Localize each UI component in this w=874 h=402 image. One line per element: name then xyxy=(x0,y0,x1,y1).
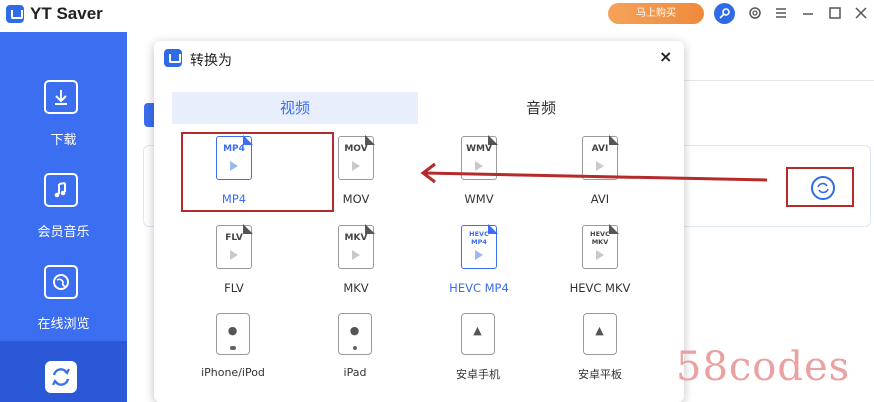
tab-video[interactable]: 视频 xyxy=(172,92,418,124)
file-label: HEVC MP4 xyxy=(469,230,489,246)
browser-icon xyxy=(44,265,78,299)
close-window-icon[interactable] xyxy=(851,3,871,23)
file-label: MOV xyxy=(344,144,368,154)
key-icon[interactable] xyxy=(714,3,735,24)
dialog-title: 转换为 xyxy=(190,53,232,69)
apple-icon: ● xyxy=(216,313,250,355)
file-label: HEVC MKV xyxy=(590,230,610,246)
format-name: WMV xyxy=(464,192,494,206)
sidebar-item-member-music[interactable]: 会员音乐 xyxy=(0,173,127,263)
format-option-flv[interactable]: FLV FLV xyxy=(173,224,293,305)
annotation-box xyxy=(786,167,854,207)
device-name: 安卓手机 xyxy=(456,368,500,381)
maximize-icon[interactable] xyxy=(825,3,845,23)
convert-icon xyxy=(45,361,77,393)
download-icon xyxy=(44,80,78,114)
format-name: HEVC MP4 xyxy=(449,281,509,295)
format-name: AVI xyxy=(590,192,610,206)
file-label: AVI xyxy=(591,144,609,154)
video-file-icon: MOV xyxy=(338,135,375,180)
device-name: 安卓平板 xyxy=(578,368,622,381)
video-file-icon: HEVC MKV xyxy=(582,224,619,269)
video-file-icon: FLV xyxy=(216,224,253,269)
annotation-arrow xyxy=(420,162,768,184)
sidebar-item-label: 会员音乐 xyxy=(37,225,90,240)
sidebar-item-convert[interactable] xyxy=(0,341,127,402)
buy-now-button[interactable]: 马上购买 xyxy=(608,3,704,24)
annotation-highlight-box xyxy=(181,132,334,212)
format-option-mkv[interactable]: MKV MKV xyxy=(295,224,415,305)
settings-gear-icon[interactable] xyxy=(745,3,765,23)
file-label: FLV xyxy=(225,233,243,243)
app-title: YT Saver xyxy=(30,4,103,23)
format-option-hevc-mkv[interactable]: HEVC MKV HEVC MKV xyxy=(539,224,659,305)
sidebar-item-label: 在线浏览 xyxy=(37,317,90,332)
convert-to-dialog: 转换为 × 视频 音频 MP4 MP4 MOV MOV WMV WMV AVI … xyxy=(154,41,684,402)
title-bar: YT Saver 马上购买 xyxy=(0,0,874,32)
format-name: MKV xyxy=(343,281,369,295)
file-label: WMV xyxy=(466,144,492,154)
format-option-hevc-mp4[interactable]: HEVC MP4 HEVC MP4 xyxy=(418,224,538,305)
format-tabs: 视频 音频 xyxy=(172,92,664,124)
apple-icon: ● xyxy=(338,313,372,355)
divider xyxy=(683,80,874,81)
sidebar-item-label: 下载 xyxy=(50,133,77,148)
sidebar-item-download[interactable]: 下载 xyxy=(0,80,127,170)
watermark: 58codes xyxy=(676,344,851,390)
android-icon: ▲ xyxy=(583,313,617,355)
menu-icon[interactable] xyxy=(771,3,791,23)
tab-audio[interactable]: 音频 xyxy=(418,92,664,124)
convert-format-button[interactable] xyxy=(811,176,835,200)
android-icon: ▲ xyxy=(461,313,495,355)
minimize-icon[interactable] xyxy=(798,3,818,23)
sidebar: 下载 会员音乐 在线浏览 xyxy=(0,32,127,402)
app-logo-icon xyxy=(6,5,24,23)
format-name: HEVC MKV xyxy=(569,281,631,295)
device-option-android-phone[interactable]: ▲ 安卓手机 xyxy=(417,313,537,393)
device-option-iphone[interactable]: ● iPhone/iPod xyxy=(172,313,292,393)
file-label: MKV xyxy=(344,233,368,243)
video-file-icon: HEVC MP4 xyxy=(461,224,498,269)
video-file-icon: MKV xyxy=(338,224,375,269)
dialog-close-button[interactable]: × xyxy=(659,47,672,66)
format-name: FLV xyxy=(224,281,244,295)
device-name: iPhone/iPod xyxy=(201,366,265,379)
device-name: iPad xyxy=(343,366,367,379)
device-option-android-tablet[interactable]: ▲ 安卓平板 xyxy=(539,313,659,393)
music-icon xyxy=(44,173,78,207)
device-option-ipad[interactable]: ● iPad xyxy=(294,313,414,393)
app-logo-icon xyxy=(164,49,182,67)
